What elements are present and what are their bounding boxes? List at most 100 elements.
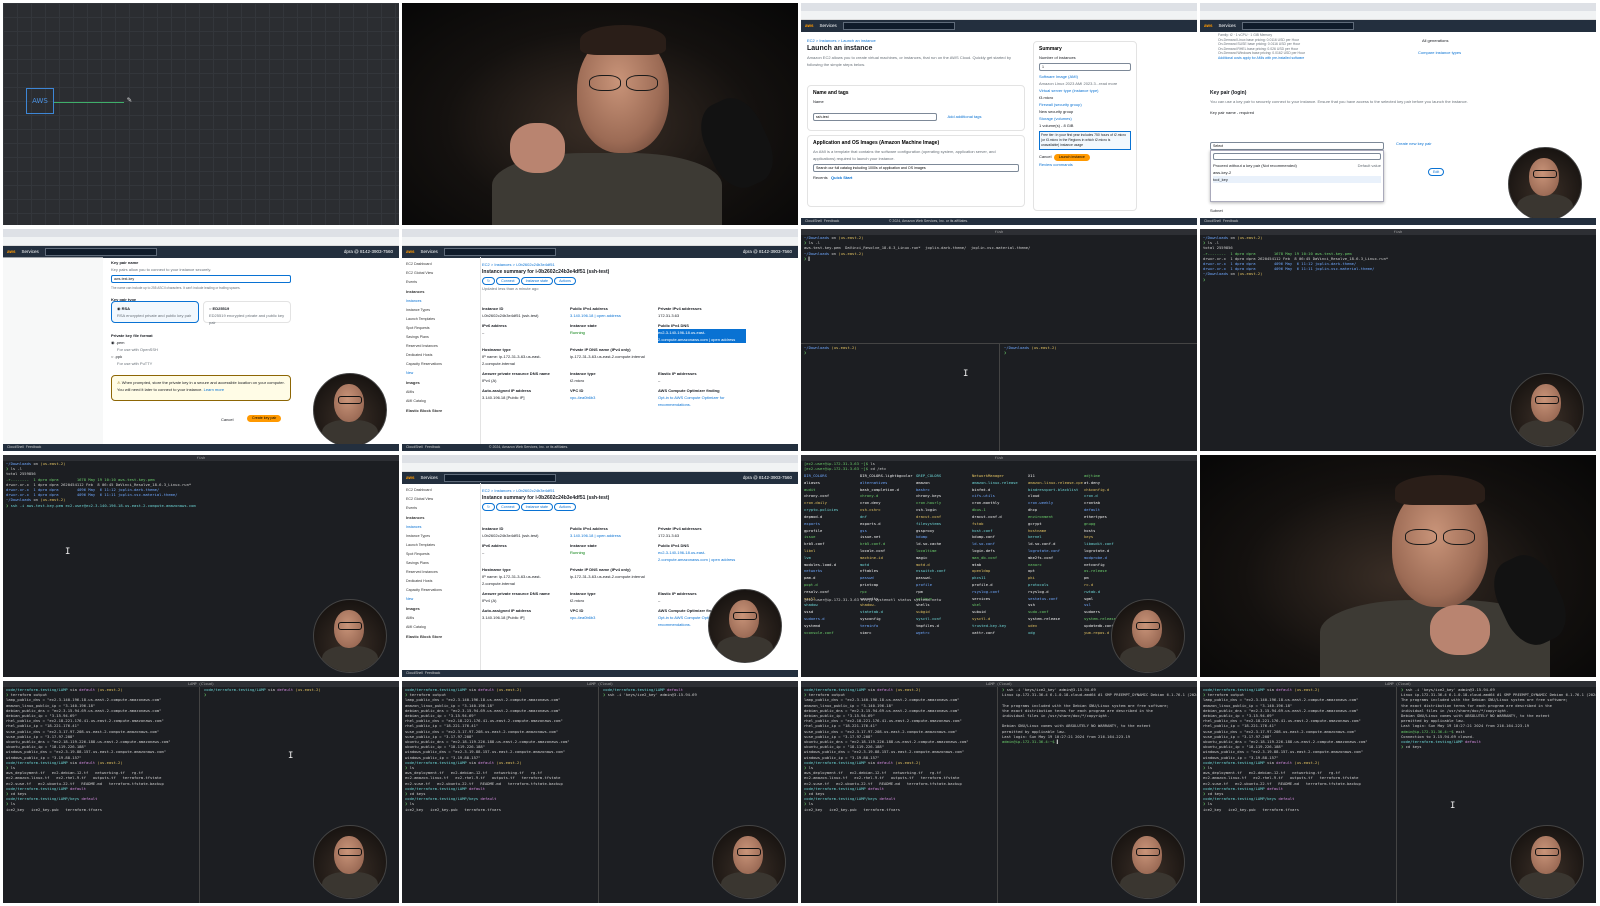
instance-details-frame: aws Services dpra @ 8142-3903-7560 EC2 Das… bbox=[402, 229, 798, 451]
tab-quick-start[interactable]: Quick Start bbox=[831, 175, 852, 180]
presenter-avatar bbox=[313, 599, 387, 673]
refresh-icon[interactable]: ↻ bbox=[482, 277, 496, 285]
etc-file-entry: profile.d bbox=[972, 582, 993, 587]
sidebar-item-global-view[interactable]: EC2 Global View bbox=[406, 269, 476, 278]
etc-file-entry: passwd- bbox=[916, 575, 933, 581]
text-cursor-icon: I bbox=[65, 547, 71, 557]
lamp-terminal-frame-4: LAMP (Cloud) code/terraform-testing/LAMP… bbox=[1200, 681, 1596, 903]
sidebar-item-spot-requests[interactable]: Spot Requests bbox=[406, 324, 476, 333]
sidebar-item-instance-types[interactable]: Instance Types bbox=[406, 306, 476, 315]
storage-link[interactable]: Storage (volumes) bbox=[1039, 115, 1131, 122]
vpc-link[interactable]: vpc-4ea0b6b3 bbox=[570, 394, 658, 401]
etc-file-entry: host.conf bbox=[972, 527, 993, 533]
etc-file-entry: alternatives bbox=[860, 479, 888, 485]
option-no-key[interactable]: Proceed without a key pair (Not recommen… bbox=[1213, 163, 1297, 168]
etc-file-entry: subgid bbox=[916, 609, 930, 615]
sidebar-item-amis[interactable]: AMIs bbox=[406, 388, 476, 397]
sidebar-item-launch-templates[interactable]: Launch Templates bbox=[406, 315, 476, 324]
actions-button[interactable]: Actions bbox=[554, 277, 576, 285]
firewall-link[interactable]: Firewall (security group) bbox=[1039, 101, 1131, 108]
etc-file-entry: lvm bbox=[804, 554, 811, 560]
rsa-radio[interactable]: ◉ bbox=[117, 306, 121, 311]
etc-file-entry: rpm bbox=[916, 588, 923, 594]
sidebar-item-dashboard[interactable]: EC2 Dashboard bbox=[406, 260, 476, 269]
etc-file-entry: mtab bbox=[972, 561, 982, 567]
key-pair-select[interactable]: Select bbox=[1210, 142, 1384, 150]
etc-file-entry: motd.d bbox=[916, 561, 930, 567]
breadcrumb[interactable]: EC2 > Instances > Launch an instance bbox=[807, 37, 1017, 44]
etc-file-entry: DIR_COLORS.lightbgcolor bbox=[860, 473, 913, 478]
cancel-button[interactable]: Cancel bbox=[1039, 154, 1051, 159]
etc-file-entry: sudoers.d bbox=[804, 616, 825, 622]
cancel-button[interactable]: Cancel bbox=[221, 416, 233, 423]
public-dns-value[interactable]: ec2-3-140-196-18.us-east-2.compute.amazo… bbox=[658, 329, 746, 343]
instance-type-link[interactable]: Virtual server type (instance type) bbox=[1039, 87, 1131, 94]
additional-costs-link[interactable]: Additional costs apply for AMIs with pre… bbox=[1218, 56, 1388, 61]
option-aws-key-2[interactable]: aws-key-2 bbox=[1213, 169, 1381, 176]
tab-recents[interactable]: Recents bbox=[813, 175, 828, 180]
terminal-ssh-frame: fish ~/Downloads on (us-east-2) ❯ ls -l … bbox=[3, 455, 399, 677]
services-menu[interactable]: Services bbox=[820, 23, 837, 28]
sidebar-item-savings-plans[interactable]: Savings Plans bbox=[406, 333, 476, 342]
etc-file-entry: chrony.keys bbox=[916, 493, 942, 499]
terminal-ls-frame: fish ~/Downloads on (us-east-2) ❯ ls -l … bbox=[1200, 229, 1596, 451]
etc-file-entry: krb5.conf bbox=[804, 541, 825, 547]
etc-file-entry: crontab bbox=[1084, 500, 1101, 506]
name-input[interactable]: ssh-test bbox=[813, 113, 937, 121]
breadcrumb[interactable]: EC2 > Instances > i-0b2602c24b3e4df51 bbox=[482, 261, 782, 268]
create-key-pair-button[interactable]: Create key pair bbox=[247, 415, 282, 422]
ami-panel: Application and OS Images (Amazon Machin… bbox=[807, 135, 1025, 207]
instance-count-input[interactable]: 1 bbox=[1039, 63, 1131, 71]
sidebar-item-ami-catalog[interactable]: AMI Catalog bbox=[406, 397, 476, 406]
etc-file-entry: audit bbox=[804, 486, 816, 492]
ed25519-radio[interactable]: ○ bbox=[209, 306, 211, 311]
text-cursor-icon: I bbox=[1450, 801, 1456, 811]
ed25519-option[interactable]: ○ ED25519 ED25519 encrypted private and p… bbox=[203, 301, 291, 325]
compare-instance-types-link[interactable]: Compare instance types bbox=[1418, 49, 1461, 56]
all-generations-toggle[interactable]: All generations bbox=[1422, 38, 1448, 43]
dropdown-search[interactable] bbox=[1213, 153, 1381, 160]
sidebar-item-dedicated-hosts[interactable]: Dedicated Hosts bbox=[406, 351, 476, 360]
pen-cursor-icon: ✎ bbox=[127, 95, 132, 104]
etc-file-entry: hostname bbox=[1028, 527, 1047, 533]
summary-panel: Summary Number of instances 1 Software I… bbox=[1033, 41, 1137, 211]
etc-file-entry: shadow- bbox=[860, 602, 877, 608]
etc-file-entry: chrony.conf bbox=[804, 493, 830, 499]
etc-file-entry: libaudit.conf bbox=[1084, 541, 1114, 547]
etc-file-entry: sysctl.d bbox=[972, 616, 991, 622]
public-ip-link[interactable]: 3.140.196.18 | open address bbox=[570, 312, 658, 319]
connect-button[interactable]: Connect bbox=[496, 503, 520, 511]
ami-search-input[interactable]: Search our full catalog including 1000s … bbox=[813, 164, 1019, 172]
optimizer-link[interactable]: Opt-in to AWS Compute Optimizer for reco… bbox=[658, 394, 746, 408]
etc-file-entry: motd bbox=[860, 561, 870, 567]
connect-button[interactable]: Connect bbox=[496, 277, 520, 285]
edit-button[interactable]: Edit bbox=[1428, 168, 1445, 176]
etc-file-entry: pkcs11 bbox=[972, 575, 986, 581]
option-tool-key[interactable]: tool_key bbox=[1213, 176, 1381, 183]
sidebar-item-instances[interactable]: Instances bbox=[406, 297, 476, 306]
key-pair-name-input[interactable]: aws-test-key bbox=[111, 275, 291, 283]
launch-instance-button[interactable]: Launch instance bbox=[1053, 154, 1090, 161]
pem-radio[interactable]: ◉ bbox=[111, 340, 115, 345]
sidebar-item-capacity[interactable]: Capacity Reservations bbox=[406, 360, 476, 369]
add-tags-link[interactable]: Add additional tags bbox=[947, 114, 981, 119]
etc-file-entry: statetab.d bbox=[860, 609, 883, 615]
sidebar-item-events[interactable]: Events bbox=[406, 278, 476, 287]
learn-more-link[interactable]: Learn more bbox=[204, 387, 224, 392]
etc-file-entry: X11 bbox=[1028, 473, 1035, 478]
create-new-key-pair-link[interactable]: Create new key pair bbox=[1396, 140, 1432, 147]
etc-file-entry: crypto-policies bbox=[804, 507, 839, 513]
etc-file-entry: bindresvport.blacklist bbox=[1028, 486, 1079, 492]
sidebar-item-reserved[interactable]: Reserved Instances bbox=[406, 342, 476, 351]
software-image-link[interactable]: Software Image (AMI) bbox=[1039, 73, 1131, 80]
review-commands-link[interactable]: Review commands bbox=[1039, 161, 1131, 168]
aws-search-input[interactable] bbox=[842, 21, 955, 30]
etc-file-entry: shadow bbox=[804, 602, 818, 608]
rsa-option[interactable]: ◉ RSA RSA encrypted private and public ke… bbox=[111, 301, 199, 323]
launch-instance-frame: aws Services EC2 > Instances > Launch an … bbox=[801, 3, 1197, 225]
instance-state-button[interactable]: Instance state bbox=[520, 277, 554, 285]
ppk-radio[interactable]: ○ bbox=[111, 354, 113, 359]
etc-file-entry: krb5.conf.d bbox=[860, 541, 886, 547]
terraform-output-pane: code/terraform-testing/LAMP via default … bbox=[6, 687, 171, 812]
etc-file-entry: os-release bbox=[1084, 568, 1107, 574]
